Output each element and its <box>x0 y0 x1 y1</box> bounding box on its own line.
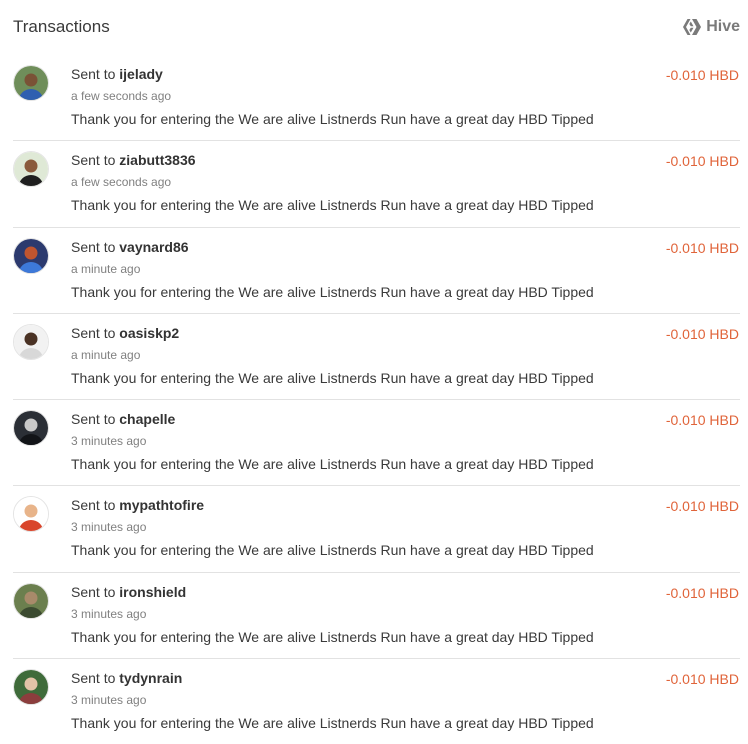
recipient-username[interactable]: oasiskp2 <box>119 325 179 341</box>
transaction-amount: -0.010 HBD <box>665 325 739 342</box>
sent-to-label: Sent to <box>71 411 116 428</box>
recipient-username[interactable]: tydynrain <box>119 670 182 686</box>
transaction-amount: -0.010 HBD <box>665 498 739 515</box>
transaction-amount: -0.010 HBD <box>665 584 739 601</box>
avatar[interactable] <box>13 237 49 274</box>
transaction-time: 3 minutes ago <box>71 606 147 621</box>
transaction-row[interactable]: Sent to ijelady a few seconds ago Thank … <box>0 54 748 140</box>
transaction-recipient: Sent to mypathtofire <box>71 497 204 513</box>
transaction-memo: Thank you for entering the We are alive … <box>71 456 594 473</box>
transaction-recipient: Sent to chapelle <box>71 411 175 427</box>
transaction-memo: Thank you for entering the We are alive … <box>71 542 594 559</box>
transaction-row[interactable]: Sent to oasiskp2 a minute ago Thank you … <box>0 312 748 399</box>
transaction-list: Sent to ijelady a few seconds ago Thank … <box>0 54 748 744</box>
transaction-row[interactable]: Sent to tydynrain 3 minutes ago Thank yo… <box>0 658 748 744</box>
transaction-recipient: Sent to ziabutt3836 <box>71 152 196 168</box>
transaction-memo: Thank you for entering the We are alive … <box>71 715 594 732</box>
sent-to-label: Sent to <box>71 66 116 82</box>
recipient-username[interactable]: ironshield <box>119 584 186 600</box>
transaction-amount: -0.010 HBD <box>665 67 739 83</box>
recipient-username[interactable]: ijelady <box>119 66 163 82</box>
avatar[interactable] <box>13 582 49 619</box>
transaction-amount: -0.010 HBD <box>665 153 739 170</box>
transaction-memo: Thank you for entering the We are alive … <box>71 628 594 645</box>
sent-to-label: Sent to <box>71 238 116 255</box>
transaction-row[interactable]: Sent to vaynard86 a minute ago Thank you… <box>0 226 748 313</box>
sent-to-label: Sent to <box>71 670 116 687</box>
transaction-time: a minute ago <box>71 261 141 276</box>
transaction-time: a few seconds ago <box>71 175 172 190</box>
transaction-recipient: Sent to vaynard86 <box>71 239 189 255</box>
recipient-username[interactable]: chapelle <box>119 411 175 427</box>
recipient-username[interactable]: mypathtofire <box>119 497 204 513</box>
avatar[interactable] <box>13 65 49 101</box>
sent-to-label: Sent to <box>71 497 116 514</box>
transaction-time: a few seconds ago <box>71 89 172 103</box>
transaction-amount: -0.010 HBD <box>665 412 739 429</box>
transaction-time: 3 minutes ago <box>71 520 147 535</box>
transaction-row[interactable]: Sent to chapelle 3 minutes ago Thank you… <box>0 399 748 485</box>
transaction-row[interactable]: Sent to ziabutt3836 a few seconds ago Th… <box>0 140 748 226</box>
transaction-time: 3 minutes ago <box>71 693 147 708</box>
transaction-time: 3 minutes ago <box>71 434 147 449</box>
transaction-memo: Thank you for entering the We are alive … <box>71 111 594 127</box>
sent-to-label: Sent to <box>71 324 116 341</box>
recipient-username[interactable]: vaynard86 <box>119 239 188 255</box>
transaction-memo: Thank you for entering the We are alive … <box>71 197 594 214</box>
sent-to-label: Sent to <box>71 152 116 169</box>
transaction-amount: -0.010 HBD <box>665 239 739 256</box>
transaction-recipient: Sent to ijelady <box>71 66 163 82</box>
network-label: Hive <box>706 18 740 35</box>
network-selector[interactable]: Hive <box>683 18 740 36</box>
avatar[interactable] <box>13 410 49 447</box>
transaction-recipient: Sent to ironshield <box>71 584 186 600</box>
recipient-username[interactable]: ziabutt3836 <box>119 152 195 168</box>
avatar[interactable] <box>13 496 49 533</box>
transaction-recipient: Sent to tydynrain <box>71 670 182 686</box>
transaction-time: a minute ago <box>71 347 141 362</box>
transactions-header: Transactions Hive <box>0 0 748 56</box>
avatar[interactable] <box>13 323 49 360</box>
avatar[interactable] <box>13 151 49 188</box>
transaction-recipient: Sent to oasiskp2 <box>71 325 179 341</box>
sent-to-label: Sent to <box>71 583 116 600</box>
transaction-amount: -0.010 HBD <box>665 671 739 688</box>
avatar[interactable] <box>13 669 49 706</box>
transaction-row[interactable]: Sent to ironshield 3 minutes ago Thank y… <box>0 571 748 658</box>
page-title: Transactions <box>13 17 110 36</box>
transaction-memo: Thank you for entering the We are alive … <box>71 283 594 300</box>
hive-logo-icon <box>683 19 702 35</box>
transaction-memo: Thank you for entering the We are alive … <box>71 369 594 386</box>
transaction-row[interactable]: Sent to mypathtofire 3 minutes ago Thank… <box>0 485 748 571</box>
